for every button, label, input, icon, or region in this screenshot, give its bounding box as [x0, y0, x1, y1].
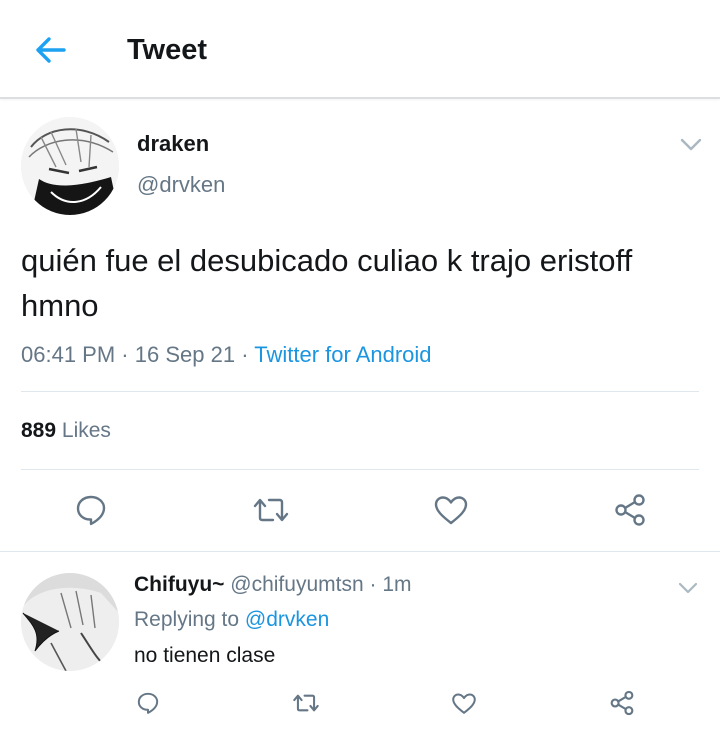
reply-icon	[137, 692, 159, 714]
meta-separator: ·	[369, 573, 377, 596]
retweet-icon	[253, 498, 289, 522]
replying-to: Replying to @drvken	[134, 606, 329, 634]
avatar[interactable]	[21, 117, 119, 215]
likes-stat[interactable]: 889 Likes	[21, 416, 111, 446]
reply-retweet-button[interactable]	[291, 688, 321, 718]
chevron-down-icon	[680, 138, 702, 151]
reply-reply-button[interactable]	[133, 688, 163, 718]
share-button[interactable]	[610, 490, 650, 530]
likes-count: 889	[21, 419, 57, 442]
tweet-meta: 06:41 PM · 16 Sep 21 · Twitter for Andro…	[21, 340, 432, 370]
like-icon	[452, 693, 476, 714]
reply-options-button[interactable]	[674, 578, 702, 598]
reply-header: Chifuyu~ @chifuyumtsn · 1m	[134, 571, 412, 599]
tweet-date: 16 Sep 21	[134, 342, 236, 367]
reply-time: 1m	[382, 573, 412, 596]
share-icon	[615, 494, 645, 526]
like-button[interactable]	[431, 490, 471, 530]
retweet-button[interactable]	[251, 490, 291, 530]
author-name[interactable]: draken	[137, 130, 209, 158]
likes-label: Likes	[61, 419, 111, 442]
back-button[interactable]	[30, 32, 70, 68]
author-handle[interactable]: @drvken	[137, 171, 225, 199]
meta-separator: ·	[241, 342, 249, 367]
reply-icon	[76, 495, 106, 526]
arrow-left-icon	[36, 37, 66, 63]
share-icon	[610, 690, 634, 716]
retweet-icon	[293, 694, 319, 712]
replying-mention-link[interactable]: @drvken	[245, 608, 329, 631]
divider	[21, 391, 699, 392]
page-title: Tweet	[127, 34, 208, 66]
tweet-text: quién fue el desubicado culiao k trajo e…	[21, 243, 633, 323]
reply-author-handle[interactable]: @chifuyumtsn	[230, 573, 363, 596]
reply-like-button[interactable]	[449, 688, 479, 718]
reply-button[interactable]	[71, 490, 111, 530]
tweet-time: 06:41 PM	[21, 342, 116, 367]
reply-share-button[interactable]	[607, 688, 637, 718]
meta-separator: ·	[121, 342, 129, 367]
divider	[21, 469, 699, 470]
avatar[interactable]	[21, 573, 119, 671]
reply-text: no tienen clase	[134, 644, 276, 667]
reply-author-name[interactable]: Chifuyu~	[134, 573, 224, 596]
divider	[0, 551, 720, 552]
like-icon	[434, 496, 468, 525]
tweet-options-button[interactable]	[677, 135, 705, 155]
app-header: Tweet	[0, 0, 720, 99]
chevron-down-icon	[678, 582, 698, 593]
replying-label: Replying to	[134, 608, 240, 631]
tweet-source-link[interactable]: Twitter for Android	[254, 342, 431, 367]
